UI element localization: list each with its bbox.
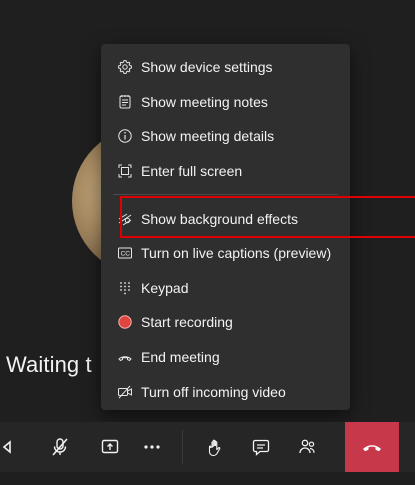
menu-divider — [113, 194, 338, 196]
chat-button[interactable] — [239, 422, 282, 472]
notes-icon — [117, 94, 133, 110]
menu-item-start-recording[interactable]: Start recording — [101, 305, 350, 340]
more-icon — [141, 436, 163, 458]
menu-item-label: Turn on live captions (preview) — [141, 245, 332, 262]
background-effects-icon — [117, 211, 133, 227]
video-off-icon — [117, 384, 133, 400]
gear-icon — [117, 59, 133, 75]
participants-button[interactable] — [285, 422, 328, 472]
raise-hand-button[interactable] — [194, 422, 237, 472]
share-button[interactable] — [88, 422, 131, 472]
mic-off-icon — [49, 436, 71, 458]
meeting-toolbar — [0, 422, 415, 472]
more-actions-menu: Show device settings Show meeting notes — [101, 44, 350, 410]
more-actions-button[interactable] — [130, 422, 173, 472]
menu-item-label: Show device settings — [141, 59, 273, 76]
menu-item-live-captions[interactable]: CC Turn on live captions (preview) — [101, 236, 350, 271]
hand-icon — [205, 436, 227, 458]
menu-item-label: Show background effects — [141, 210, 298, 227]
people-icon — [296, 436, 318, 458]
menu-item-label: Keypad — [141, 279, 189, 296]
menu-item-show-meeting-details[interactable]: Show meeting details — [101, 119, 350, 154]
menu-item-label: Turn off incoming video — [141, 383, 286, 400]
fullscreen-icon — [117, 163, 133, 179]
mic-off-button[interactable] — [38, 422, 81, 472]
info-icon — [117, 128, 133, 144]
menu-item-show-device-settings[interactable]: Show device settings — [101, 50, 350, 85]
menu-item-label: Start recording — [141, 314, 233, 331]
menu-item-label: End meeting — [141, 349, 220, 366]
captions-icon: CC — [117, 245, 133, 261]
menu-item-enter-full-screen[interactable]: Enter full screen — [101, 154, 350, 189]
menu-item-turn-off-incoming-video[interactable]: Turn off incoming video — [101, 374, 350, 409]
meeting-stage: Waiting t Show device settings Show meet… — [0, 0, 415, 485]
end-meeting-icon — [117, 349, 133, 365]
hang-up-button[interactable] — [345, 422, 399, 472]
menu-item-show-background-effects[interactable]: Show background effects — [101, 201, 350, 236]
keypad-icon — [117, 280, 133, 296]
menu-item-label: Show meeting notes — [141, 93, 268, 110]
camera-off-button[interactable] — [0, 422, 14, 472]
menu-item-label: Enter full screen — [141, 163, 243, 180]
menu-item-end-meeting[interactable]: End meeting — [101, 340, 350, 375]
toolbar-divider — [182, 430, 183, 464]
menu-item-label: Show meeting details — [141, 128, 275, 145]
camera-off-icon — [0, 438, 12, 456]
phone-hangup-icon — [360, 435, 384, 459]
menu-item-show-meeting-notes[interactable]: Show meeting notes — [101, 85, 350, 120]
share-icon — [99, 436, 121, 458]
chat-icon — [250, 436, 272, 458]
svg-text:CC: CC — [121, 251, 131, 258]
waiting-status-text: Waiting t — [6, 352, 92, 377]
record-icon — [117, 314, 133, 330]
menu-item-keypad[interactable]: Keypad — [101, 271, 350, 306]
